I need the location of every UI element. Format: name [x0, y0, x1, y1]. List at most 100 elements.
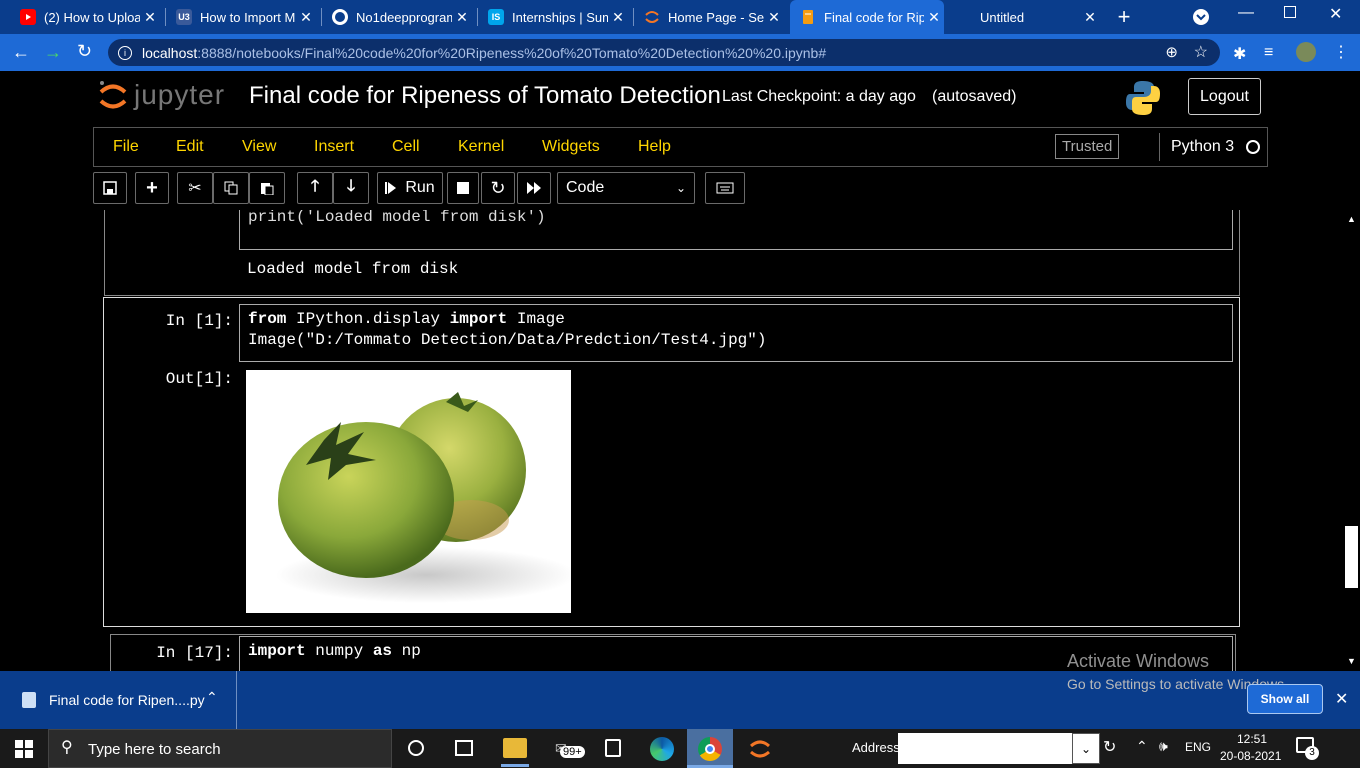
close-icon[interactable]: ✕	[296, 9, 316, 26]
back-button[interactable]: ←	[12, 42, 30, 63]
tab-final-code[interactable]: Final code for Rip ✕	[790, 0, 944, 34]
menu-file[interactable]: File	[113, 138, 139, 156]
interrupt-button[interactable]	[447, 172, 479, 204]
clock-date[interactable]: 20-08-2021	[1220, 749, 1281, 763]
menu-kebab-icon[interactable]: ⋮	[1333, 42, 1349, 62]
close-icon[interactable]: ✕	[140, 9, 160, 26]
close-icon[interactable]: ✕	[1335, 689, 1348, 709]
internshala-icon: IS	[488, 9, 504, 25]
forward-button[interactable]: →	[44, 42, 62, 63]
menu-cell[interactable]: Cell	[392, 138, 420, 156]
tab-search-button[interactable]	[1193, 9, 1209, 25]
download-item[interactable]: Final code for Ripen....py ⌃	[0, 671, 237, 729]
close-icon[interactable]: ✕	[924, 9, 944, 26]
windows-start-icon[interactable]	[15, 740, 33, 758]
show-hidden-icons[interactable]: ⌃	[1136, 738, 1148, 755]
run-button[interactable]: Run	[377, 172, 443, 204]
close-window-button[interactable]: ✕	[1329, 4, 1342, 24]
restart-run-all-button[interactable]	[517, 172, 551, 204]
tab-title: Final code for Rip	[824, 9, 924, 25]
autosave-status: (autosaved)	[932, 88, 1017, 105]
edge-icon[interactable]	[650, 737, 674, 761]
chevron-up-icon[interactable]: ⌃	[206, 689, 218, 706]
address-dropdown-button[interactable]: ⌄	[1072, 733, 1100, 764]
jupyter-taskbar-icon[interactable]	[748, 737, 772, 761]
notebook-toolbar: + ✂ 🡑 🡓 Run ↻ Code ⌄	[93, 172, 1268, 206]
scrollbar-thumb[interactable]	[1345, 526, 1358, 588]
logout-button[interactable]: Logout	[1188, 78, 1261, 115]
in-prompt: In [1]:	[165, 312, 233, 330]
notebook-container[interactable]: print('Loaded model from disk') Loaded m…	[0, 210, 1360, 671]
bookmark-star-icon[interactable]: ☆	[1194, 42, 1208, 62]
scroll-up-icon[interactable]: ▲	[1347, 214, 1356, 224]
close-icon[interactable]: ✕	[608, 9, 628, 26]
menu-kernel[interactable]: Kernel	[458, 138, 504, 156]
close-icon[interactable]: ✕	[1080, 9, 1100, 26]
scroll-down-icon[interactable]: ▼	[1347, 656, 1356, 666]
cell-type-select[interactable]: Code ⌄	[557, 172, 695, 204]
mail-icon[interactable]: ✉ 99+	[555, 738, 585, 762]
cortana-icon[interactable]	[408, 740, 424, 756]
menu-widgets[interactable]: Widgets	[542, 138, 600, 156]
restore-button[interactable]	[1284, 6, 1296, 18]
chrome-taskbar-item[interactable]	[687, 729, 733, 768]
go-icon[interactable]: ↻	[1103, 737, 1116, 757]
avatar[interactable]	[1296, 42, 1316, 62]
new-tab-button[interactable]: +	[1112, 5, 1136, 29]
step-forward-icon	[385, 182, 397, 194]
jupyter-logo-text[interactable]: jupyter	[134, 79, 225, 111]
cut-button[interactable]: ✂	[177, 172, 213, 204]
tab-untitled[interactable]: Untitled ✕	[970, 0, 1100, 34]
insert-cell-button[interactable]: +	[135, 172, 169, 204]
address-bar[interactable]: i localhost:8888/notebooks/Final%20code%…	[108, 39, 1220, 66]
menu-insert[interactable]: Insert	[314, 138, 354, 156]
copy-button[interactable]	[213, 172, 249, 204]
menu-edit[interactable]: Edit	[176, 138, 204, 156]
menu-help[interactable]: Help	[638, 138, 671, 156]
code-input[interactable]: print('Loaded model from disk')	[239, 210, 1233, 250]
action-center-icon[interactable]: 3	[1296, 737, 1322, 761]
move-down-button[interactable]: 🡓	[333, 172, 369, 204]
restart-button[interactable]: ↻	[481, 172, 515, 204]
keyboard-icon	[716, 182, 734, 194]
out-prompt: Out[1]:	[165, 370, 233, 388]
tab-youtube[interactable]: (2) How to Uploa ✕	[10, 0, 160, 34]
scrollbar[interactable]: ▲ ▼	[1343, 210, 1360, 671]
command-palette-button[interactable]	[705, 172, 745, 204]
tab-home-page[interactable]: Home Page - Sele ✕	[634, 0, 784, 34]
file-explorer-icon[interactable]	[503, 738, 527, 758]
minimize-button[interactable]: —	[1238, 4, 1254, 22]
taskbar-search-box[interactable]: ⚲ Type here to search	[48, 729, 392, 768]
kernel-status-icon	[1246, 140, 1260, 154]
store-icon[interactable]	[605, 739, 621, 757]
close-icon[interactable]: ✕	[452, 9, 472, 26]
trusted-indicator[interactable]: Trusted	[1055, 134, 1120, 159]
task-view-icon[interactable]	[455, 740, 473, 756]
info-icon[interactable]: i	[118, 45, 132, 60]
tab-internships[interactable]: IS Internships | Sum ✕	[478, 0, 628, 34]
paste-button[interactable]	[249, 172, 285, 204]
extensions-icon[interactable]: ✱	[1233, 44, 1246, 64]
tab-title: Home Page - Sele	[668, 9, 764, 25]
close-icon[interactable]: ✕	[764, 9, 784, 26]
tab-title: How to Import M	[200, 9, 296, 25]
clock-time[interactable]: 12:51	[1237, 732, 1267, 746]
save-button[interactable]	[93, 172, 127, 204]
copy-icon	[224, 181, 238, 195]
zoom-icon[interactable]: ⊕	[1165, 43, 1178, 61]
tab-github[interactable]: No1deepprogram ✕	[322, 0, 472, 34]
show-all-button[interactable]: Show all	[1247, 684, 1323, 714]
menu-view[interactable]: View	[242, 138, 276, 156]
reading-list-icon[interactable]: ≡	[1264, 44, 1273, 62]
notebook-title[interactable]: Final code for Ripeness of Tomato Detect…	[249, 82, 721, 110]
code-input[interactable]: from IPython.display import Image Image(…	[239, 304, 1233, 362]
address-toolbar-input[interactable]	[898, 733, 1072, 764]
volume-icon[interactable]: 🕪	[1159, 738, 1168, 755]
language-indicator[interactable]: ENG	[1185, 740, 1211, 754]
jupyter-logo-icon	[98, 79, 128, 113]
reload-button[interactable]: ↻	[77, 41, 92, 62]
move-up-button[interactable]: 🡑	[297, 172, 333, 204]
tab-import[interactable]: U3 How to Import M ✕	[166, 0, 316, 34]
tomato-image	[246, 370, 571, 613]
kernel-name[interactable]: Python 3	[1171, 138, 1234, 156]
